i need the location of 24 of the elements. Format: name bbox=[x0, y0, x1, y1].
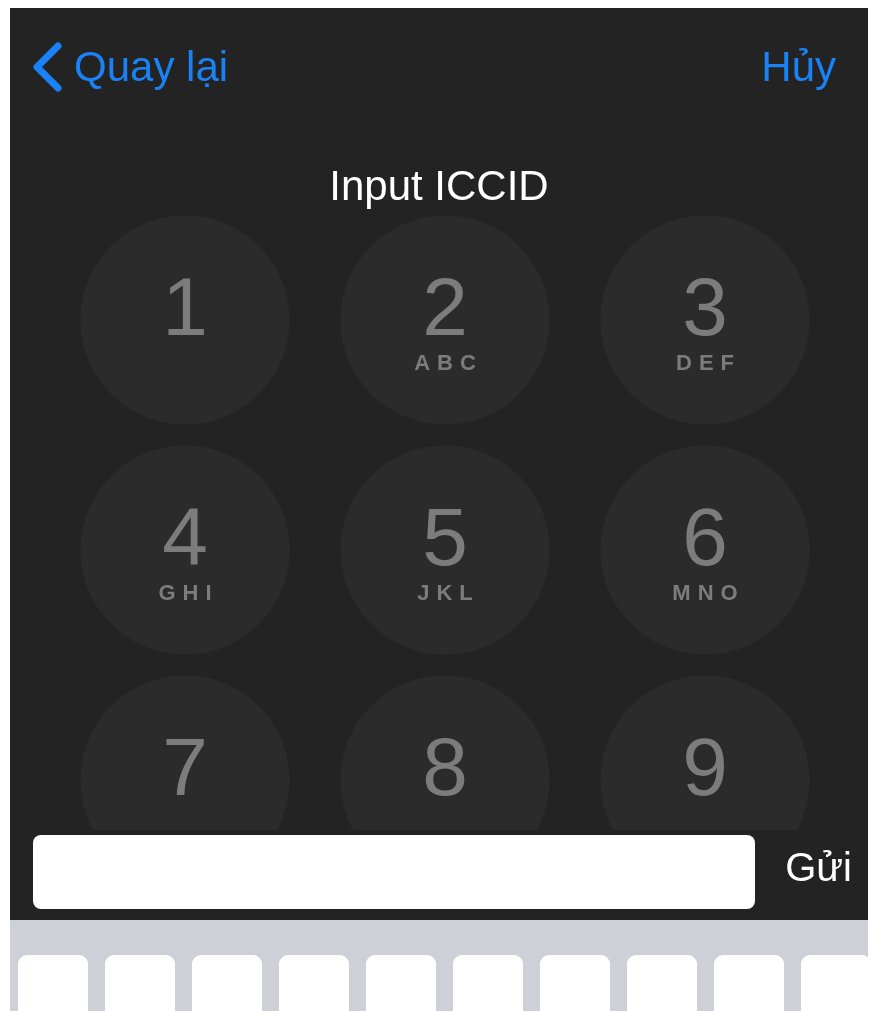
keypad-key[interactable]: 3 DEF bbox=[600, 215, 810, 425]
back-button[interactable]: Quay lại bbox=[30, 42, 229, 92]
input-field[interactable] bbox=[33, 835, 756, 909]
keyboard-key[interactable] bbox=[279, 955, 349, 1011]
keypad-key[interactable]: 2 ABC bbox=[340, 215, 550, 425]
chevron-left-icon bbox=[30, 42, 64, 92]
keypad-key[interactable]: 5 JKL bbox=[340, 445, 550, 655]
keypad-key[interactable]: 6 MNO bbox=[600, 445, 810, 655]
keyboard-key[interactable] bbox=[453, 955, 523, 1011]
keypad-key[interactable]: 1 bbox=[80, 215, 290, 425]
cancel-button[interactable]: Hủy bbox=[761, 43, 836, 91]
keyboard-key[interactable] bbox=[627, 955, 697, 1011]
send-button[interactable]: Gửi bbox=[785, 845, 852, 890]
keyboard-key[interactable] bbox=[18, 955, 88, 1011]
keyboard-key[interactable] bbox=[714, 955, 784, 1011]
dialog-title: Input ICCID bbox=[329, 162, 549, 209]
keyboard-key[interactable] bbox=[105, 955, 175, 1011]
keypad-key[interactable]: 7 bbox=[80, 675, 290, 830]
keyboard-key[interactable] bbox=[192, 955, 262, 1011]
keyboard-key[interactable] bbox=[540, 955, 610, 1011]
keypad-key[interactable]: 4 GHI bbox=[80, 445, 290, 655]
keypad-key[interactable]: 8 bbox=[340, 675, 550, 830]
keyboard-key[interactable] bbox=[366, 955, 436, 1011]
keypad-key[interactable]: 9 bbox=[600, 675, 810, 830]
